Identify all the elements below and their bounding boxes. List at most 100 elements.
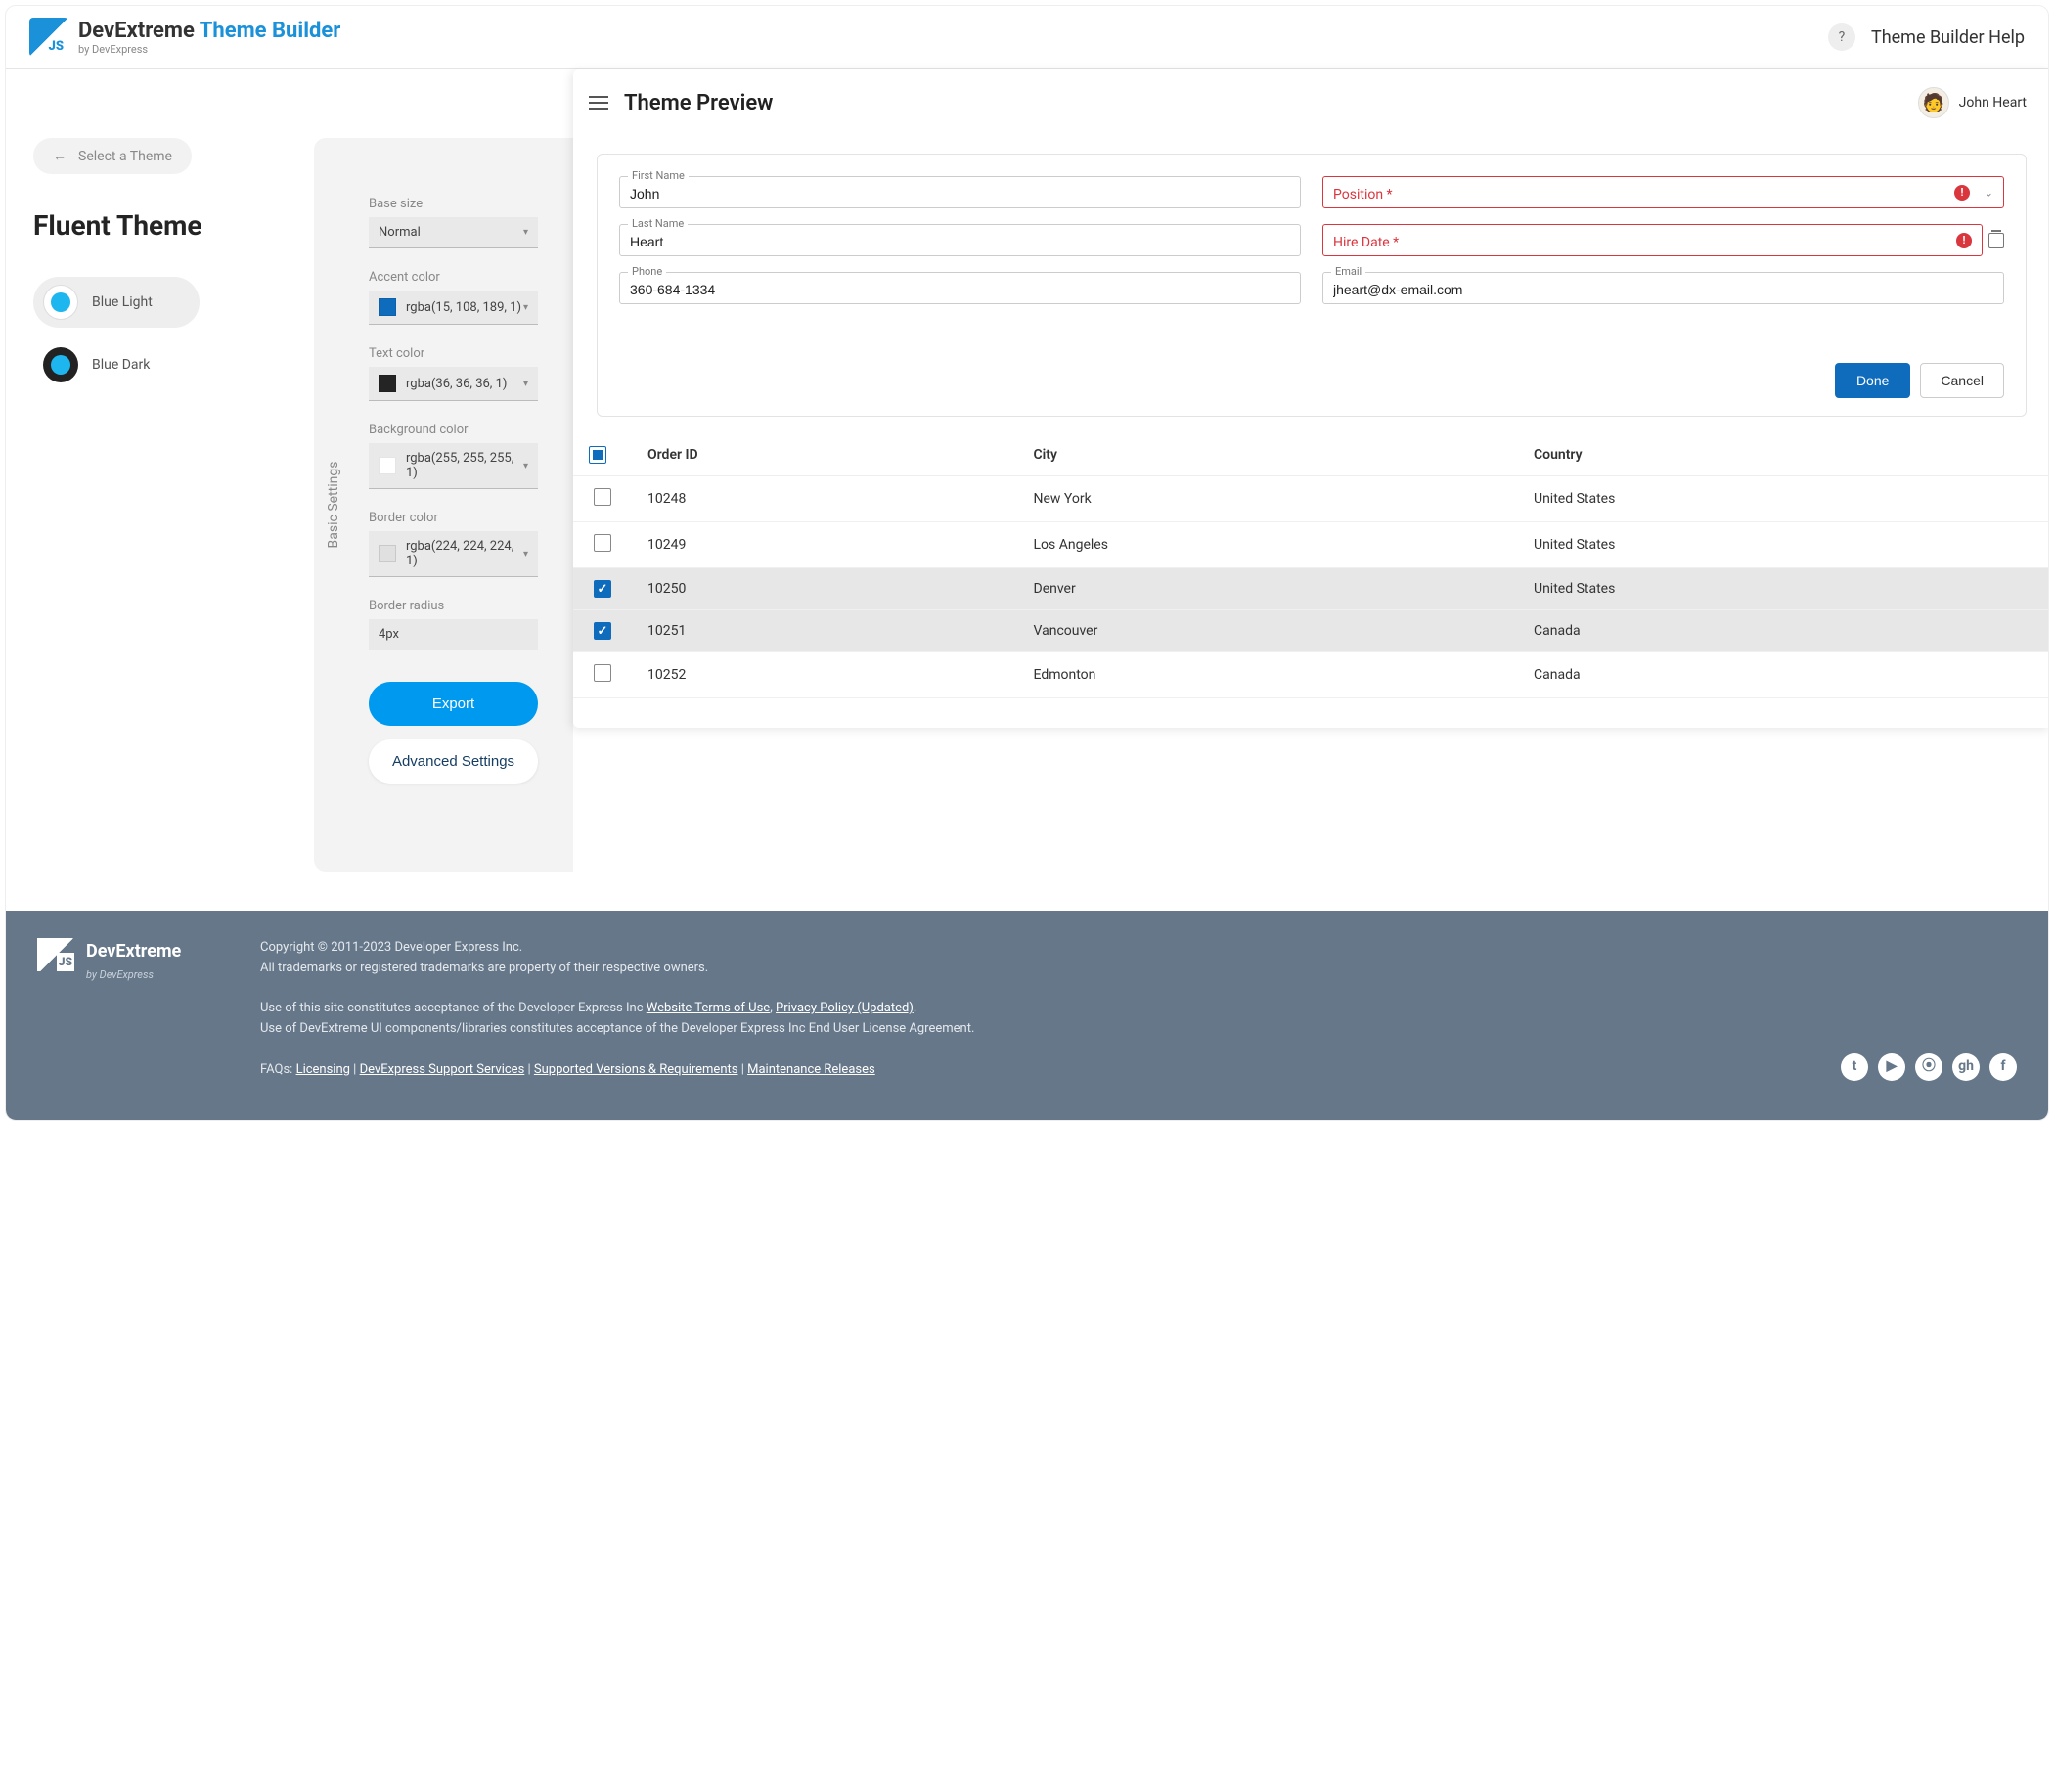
theme-option-blue-light[interactable]: Blue Light [33, 277, 200, 328]
twitter-icon[interactable]: t [1841, 1053, 1868, 1081]
cell-country: United States [1518, 568, 2048, 610]
row-checkbox[interactable] [594, 488, 611, 506]
preview-card: Theme Preview 🧑 John Heart First Name Po… [573, 69, 2048, 728]
panel-vertical-label: Basic Settings [326, 462, 341, 549]
row-checkbox[interactable] [594, 534, 611, 552]
row-checkbox[interactable] [594, 580, 611, 598]
col-country[interactable]: Country [1518, 434, 2048, 476]
setting-value: 4px [379, 627, 399, 642]
form-card: First Name Position * ! ⌄ Last Name [597, 154, 2027, 417]
footer-logo[interactable]: DevExtreme by DevExpress [37, 938, 213, 1081]
select-all-checkbox[interactable] [589, 446, 606, 464]
cell-order: 10248 [632, 476, 1018, 522]
table-row[interactable]: 10248New YorkUnited States [573, 476, 2048, 522]
error-icon: ! [1956, 233, 1972, 248]
hamburger-icon[interactable] [589, 96, 608, 110]
faq-link[interactable]: DevExpress Support Services [360, 1062, 525, 1077]
app-header: DevExtreme Theme Builder by DevExpress ?… [6, 6, 2048, 69]
social-links: t ▶ ⦿ gh f [1841, 938, 2017, 1081]
field-label: First Name [628, 169, 689, 182]
last-name-input[interactable] [630, 234, 1290, 249]
row-checkbox[interactable] [594, 622, 611, 640]
theme-swatch-icon [43, 347, 78, 382]
back-label: Select a Theme [78, 149, 172, 164]
email-field[interactable]: Email [1322, 272, 2004, 304]
table-row[interactable]: 10252EdmontonCanada [573, 652, 2048, 698]
setting-select[interactable]: Normal▾ [369, 217, 538, 248]
cancel-button[interactable]: Cancel [1920, 363, 2004, 398]
chevron-down-icon: ▾ [523, 549, 528, 560]
footer-by: by DevExpress [86, 966, 181, 984]
terms-link[interactable]: Website Terms of Use [647, 1001, 770, 1015]
chevron-down-icon: ▾ [523, 227, 528, 238]
help-link[interactable]: Theme Builder Help [1871, 27, 2025, 48]
cell-order: 10249 [632, 522, 1018, 568]
hire-date-field[interactable]: Hire Date * ! [1322, 224, 1983, 256]
theme-title: Fluent Theme [33, 209, 290, 242]
calendar-icon[interactable] [1988, 233, 2004, 248]
footer-brand: DevExtreme [86, 938, 181, 966]
faq-link[interactable]: Licensing [296, 1062, 350, 1077]
facebook-icon[interactable]: f [1989, 1053, 2017, 1081]
export-button[interactable]: Export [369, 682, 538, 726]
table-row[interactable]: 10249Los AngelesUnited States [573, 522, 2048, 568]
setting-value: rgba(255, 255, 255, 1) [406, 451, 528, 480]
chevron-down-icon[interactable]: ⌄ [1985, 186, 1993, 199]
color-swatch-icon [379, 298, 396, 316]
cell-country: United States [1518, 522, 2048, 568]
chevron-down-icon: ▾ [523, 302, 528, 313]
setting-label: Base size [369, 197, 538, 211]
setting-label: Text color [369, 346, 538, 361]
table-row[interactable]: 10251VancouverCanada [573, 610, 2048, 652]
row-checkbox[interactable] [594, 664, 611, 682]
setting-select[interactable]: rgba(224, 224, 224, 1)▾ [369, 531, 538, 577]
setting-label: Background color [369, 423, 538, 437]
logo-icon [37, 938, 76, 971]
brand-suffix: Theme Builder [200, 19, 341, 43]
brand-name: DevExtreme [78, 19, 195, 43]
cell-country: Canada [1518, 652, 2048, 698]
setting-value: rgba(224, 224, 224, 1) [406, 539, 528, 568]
theme-option-blue-dark[interactable]: Blue Dark [33, 339, 200, 390]
cell-order: 10252 [632, 652, 1018, 698]
avatar[interactable]: 🧑 [1918, 87, 1949, 118]
field-label: Email [1331, 265, 1365, 278]
setting-select[interactable]: 4px [369, 619, 538, 650]
first-name-field[interactable]: First Name [619, 176, 1301, 208]
help-icon[interactable]: ? [1828, 23, 1855, 51]
email-input[interactable] [1333, 282, 1993, 297]
first-name-input[interactable] [630, 186, 1290, 202]
cell-country: United States [1518, 476, 2048, 522]
table-row[interactable]: 10250DenverUnited States [573, 568, 2048, 610]
cell-city: Denver [1018, 568, 1518, 610]
cell-order: 10250 [632, 568, 1018, 610]
footer-text: Copyright © 2011-2023 Developer Express … [260, 938, 974, 1081]
done-button[interactable]: Done [1835, 363, 1910, 398]
position-field[interactable]: Position * ! ⌄ [1322, 176, 2004, 208]
chevron-down-icon: ▾ [523, 379, 528, 389]
col-order-id[interactable]: Order ID [632, 434, 1018, 476]
back-button[interactable]: ← Select a Theme [33, 138, 192, 174]
github-icon[interactable]: gh [1952, 1053, 1980, 1081]
cell-city: Los Angeles [1018, 522, 1518, 568]
rss-icon[interactable]: ⦿ [1915, 1053, 1942, 1081]
youtube-icon[interactable]: ▶ [1878, 1053, 1905, 1081]
phone-field[interactable]: Phone [619, 272, 1301, 304]
field-label: Phone [628, 265, 666, 278]
field-label: Last Name [628, 217, 688, 230]
faq-link[interactable]: Maintenance Releases [747, 1062, 875, 1077]
brand-logo[interactable]: DevExtreme Theme Builder by DevExpress [29, 18, 340, 57]
col-city[interactable]: City [1018, 434, 1518, 476]
cell-city: New York [1018, 476, 1518, 522]
setting-select[interactable]: rgba(36, 36, 36, 1) ▾ [369, 367, 538, 401]
setting-select[interactable]: rgba(255, 255, 255, 1)▾ [369, 443, 538, 489]
last-name-field[interactable]: Last Name [619, 224, 1301, 256]
phone-input[interactable] [630, 282, 1290, 297]
setting-value: rgba(36, 36, 36, 1) [406, 377, 507, 391]
faq-link[interactable]: Supported Versions & Requirements [534, 1062, 738, 1077]
setting-select[interactable]: rgba(15, 108, 189, 1)▾ [369, 291, 538, 325]
advanced-settings-button[interactable]: Advanced Settings [369, 739, 538, 784]
cell-city: Edmonton [1018, 652, 1518, 698]
field-label: Hire Date * [1333, 235, 1399, 250]
privacy-link[interactable]: Privacy Policy (Updated) [776, 1001, 914, 1015]
